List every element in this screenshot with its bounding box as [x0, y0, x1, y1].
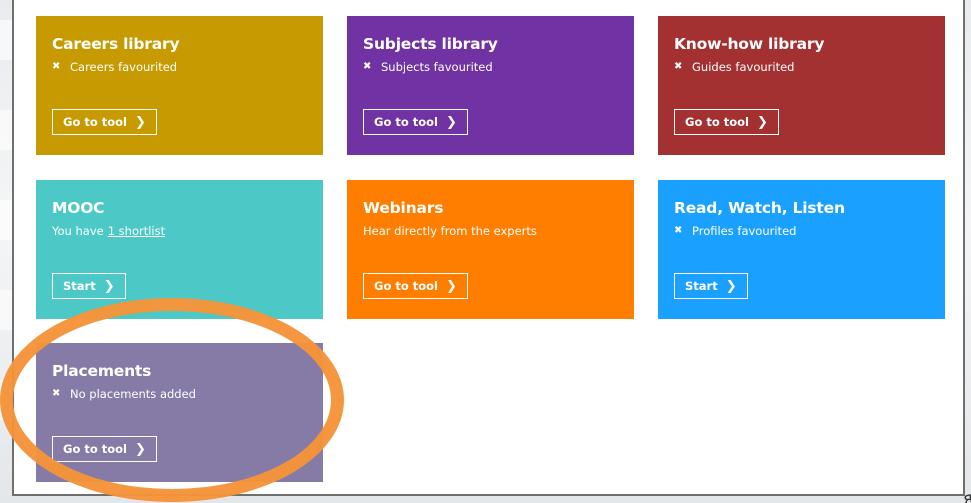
button-label: Go to tool — [374, 115, 438, 129]
tile-status: ✖ Guides favourited — [674, 60, 945, 74]
tile-placements: Placements ✖ No placements added Go to t… — [36, 343, 323, 482]
button-label: Go to tool — [685, 115, 749, 129]
tile-status: Hear directly from the experts — [363, 224, 634, 238]
chevron-right-icon: ❯ — [135, 441, 146, 457]
tile-status-text: Subjects favourited — [381, 60, 493, 74]
tile-know-how-library: Know-how library ✖ Guides favourited Go … — [658, 16, 945, 155]
chevron-right-icon: ❯ — [135, 114, 146, 130]
tile-status-text: You have — [52, 224, 104, 238]
shortlist-link[interactable]: 1 shortlist — [108, 224, 165, 238]
button-label: Go to tool — [63, 442, 127, 456]
go-to-tool-button[interactable]: Go to tool ❯ — [674, 109, 779, 135]
cross-icon: ✖ — [52, 388, 61, 399]
button-label: Start — [685, 279, 718, 293]
tile-title: MOOC — [52, 199, 105, 217]
cross-icon: ✖ — [674, 225, 683, 236]
tile-subjects-library: Subjects library ✖ Subjects favourited G… — [347, 16, 634, 155]
chevron-right-icon: ❯ — [103, 278, 115, 294]
cropped-corner-glyph: ᴙ — [960, 488, 971, 503]
tile-status: ✖ Subjects favourited — [363, 60, 634, 74]
tile-status-text: Careers favourited — [70, 60, 178, 74]
chevron-right-icon: ❯ — [725, 278, 737, 294]
chevron-right-icon: ❯ — [446, 114, 457, 130]
tile-status: ✖ Careers favourited — [52, 60, 323, 74]
go-to-tool-button[interactable]: Go to tool ❯ — [52, 109, 157, 135]
button-label: Start — [63, 279, 96, 293]
go-to-tool-button[interactable]: Go to tool ❯ — [363, 273, 468, 299]
tile-status: ✖ No placements added — [52, 387, 323, 401]
tile-status-text: No placements added — [70, 387, 196, 401]
start-button[interactable]: Start ❯ — [52, 273, 126, 299]
go-to-tool-button[interactable]: Go to tool ❯ — [363, 109, 468, 135]
dashboard-panel: Careers library ✖ Careers favourited Go … — [12, 0, 965, 496]
tile-title: Careers library — [52, 35, 180, 53]
tile-title: Know-how library — [674, 35, 825, 53]
tile-webinars: Webinars Hear directly from the experts … — [347, 180, 634, 319]
tile-mooc: MOOC You have 1 shortlist Start ❯ — [36, 180, 323, 319]
tile-title: Read, Watch, Listen — [674, 199, 845, 217]
tile-read-watch-listen: Read, Watch, Listen ✖ Profiles favourite… — [658, 180, 945, 319]
tile-careers-library: Careers library ✖ Careers favourited Go … — [36, 16, 323, 155]
button-label: Go to tool — [374, 279, 438, 293]
tile-status: You have 1 shortlist — [52, 224, 323, 238]
cross-icon: ✖ — [674, 61, 683, 72]
tile-status: ✖ Profiles favourited — [674, 224, 945, 238]
start-button[interactable]: Start ❯ — [674, 273, 748, 299]
button-label: Go to tool — [63, 115, 127, 129]
tile-status-text: Hear directly from the experts — [363, 224, 537, 238]
go-to-tool-button[interactable]: Go to tool ❯ — [52, 436, 157, 462]
tile-title: Placements — [52, 362, 152, 380]
chevron-right-icon: ❯ — [757, 114, 768, 130]
chevron-right-icon: ❯ — [446, 278, 457, 294]
cross-icon: ✖ — [52, 61, 61, 72]
tile-title: Webinars — [363, 199, 444, 217]
tile-title: Subjects library — [363, 35, 498, 53]
cross-icon: ✖ — [363, 61, 372, 72]
tile-status-text: Profiles favourited — [692, 224, 797, 238]
tile-status-text: Guides favourited — [692, 60, 795, 74]
